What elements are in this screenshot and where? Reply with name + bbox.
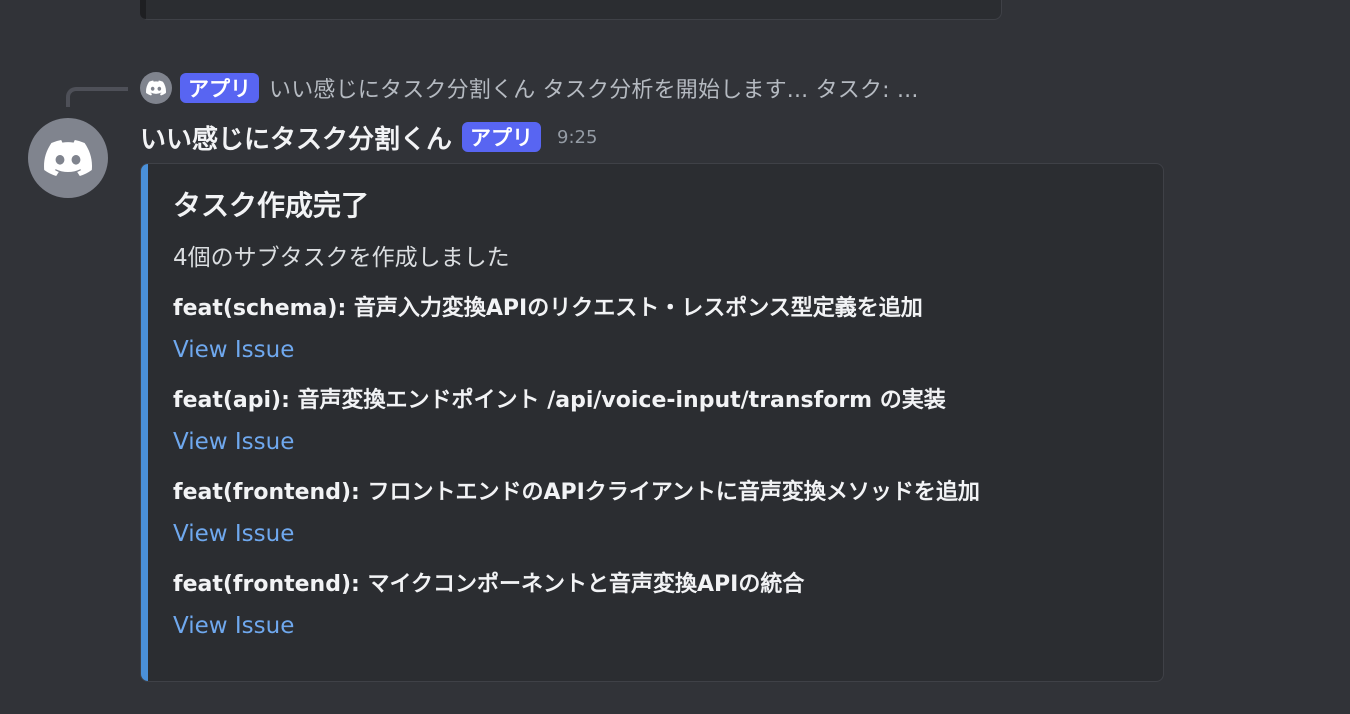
app-badge: アプリ: [462, 122, 542, 152]
embed-description: 4個のサブタスクを作成しました: [173, 245, 510, 271]
view-issue-link[interactable]: View Issue: [173, 606, 294, 646]
app-badge: アプリ: [180, 73, 259, 103]
view-issue-link[interactable]: View Issue: [173, 514, 294, 554]
list-item: feat(schema): 音声入力変換APIのリクエスト・レスポンス型定義を追…: [173, 288, 1143, 380]
list-item: feat(frontend): マイクコンポーネントと音声変換APIの統合 Vi…: [173, 564, 1143, 656]
view-issue-link[interactable]: View Issue: [173, 422, 294, 462]
task-title: feat(api): 音声変換エンドポイント /api/voice-input/…: [173, 388, 946, 413]
task-title: feat(schema): 音声入力変換APIのリクエスト・レスポンス型定義を追…: [173, 296, 923, 321]
discord-icon: [44, 140, 92, 176]
reply-spine: [66, 87, 128, 107]
list-item: feat(frontend): フロントエンドのAPIクライアントに音声変換メソ…: [173, 472, 1143, 564]
chat-view: アプリ いい感じにタスク分割くん タスク分析を開始します... タスク: ...…: [0, 0, 1350, 714]
embed-accent-bar: [141, 164, 148, 681]
discord-icon: [140, 72, 172, 104]
embed-card: タスク作成完了 4個のサブタスクを作成しました feat(schema): 音声…: [140, 163, 1164, 682]
embed-title: タスク作成完了: [173, 189, 370, 222]
message-header: いい感じにタスク分割くん アプリ 9:25: [140, 118, 597, 156]
previous-embed: [140, 0, 1002, 20]
task-title: feat(frontend): マイクコンポーネントと音声変換APIの統合: [173, 572, 805, 597]
timestamp: 9:25: [557, 126, 598, 148]
task-title: feat(frontend): フロントエンドのAPIクライアントに音声変換メソ…: [173, 480, 980, 505]
view-issue-link[interactable]: View Issue: [173, 330, 294, 370]
task-list: feat(schema): 音声入力変換APIのリクエスト・レスポンス型定義を追…: [173, 288, 1143, 656]
avatar[interactable]: [28, 118, 108, 198]
username[interactable]: いい感じにタスク分割くん: [140, 119, 452, 156]
reply-preview[interactable]: いい感じにタスク分割くん タスク分析を開始します... タスク: ...: [269, 72, 919, 104]
reply-reference[interactable]: アプリ いい感じにタスク分割くん タスク分析を開始します... タスク: ...: [140, 70, 919, 106]
list-item: feat(api): 音声変換エンドポイント /api/voice-input/…: [173, 380, 1143, 472]
